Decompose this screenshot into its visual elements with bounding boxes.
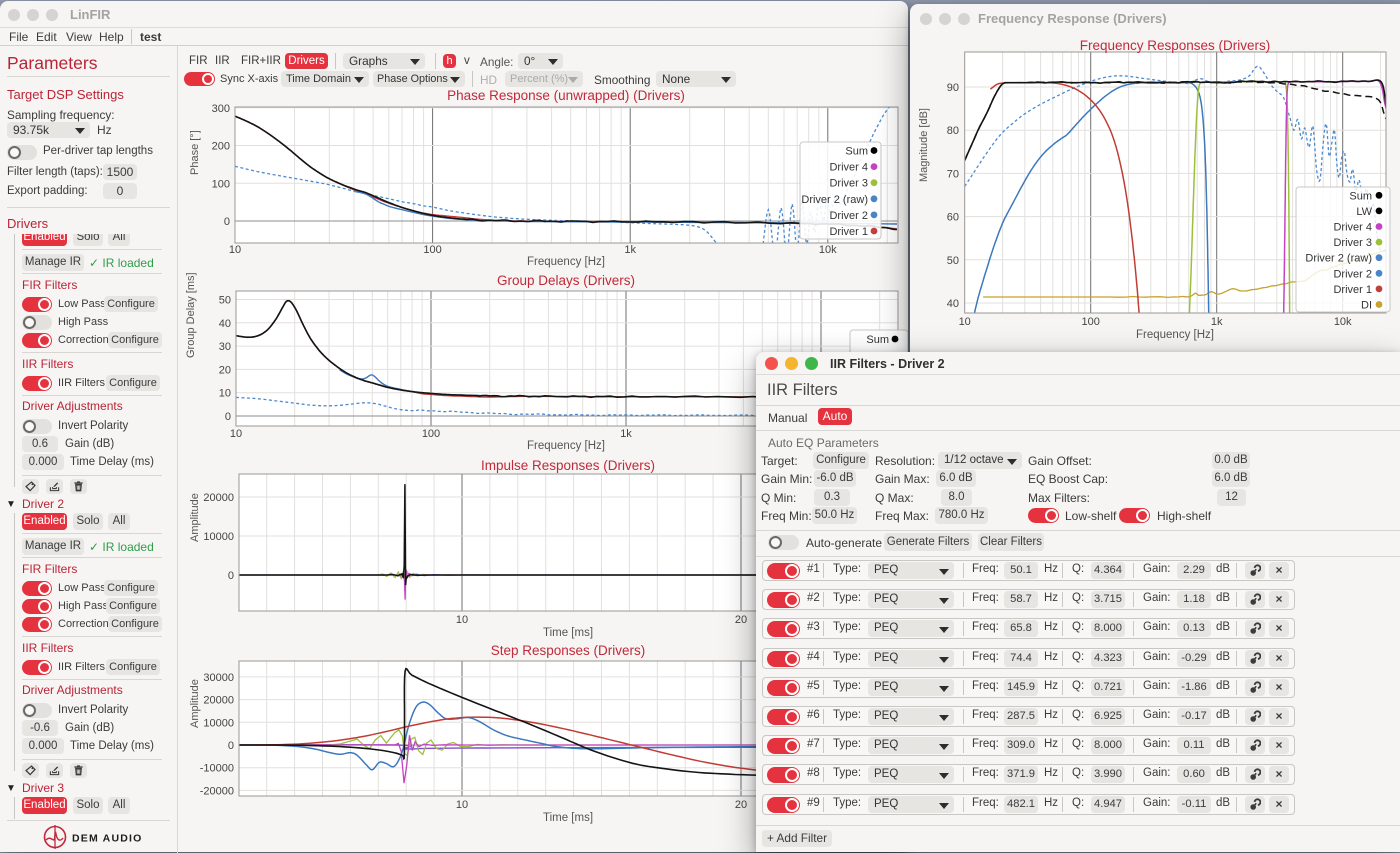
svg-text:Sum: Sum xyxy=(1349,190,1372,202)
svg-text:Driver 2 (raw): Driver 2 (raw) xyxy=(801,194,868,206)
svg-text:70: 70 xyxy=(947,168,959,180)
svg-text:1k: 1k xyxy=(624,244,636,256)
svg-text:Frequency [Hz]: Frequency [Hz] xyxy=(527,440,605,452)
svg-text:Time [ms]: Time [ms] xyxy=(543,627,593,639)
svg-text:1k: 1k xyxy=(620,428,632,440)
svg-text:10: 10 xyxy=(959,316,971,328)
svg-text:Driver 1: Driver 1 xyxy=(1333,284,1372,296)
svg-text:Driver 3: Driver 3 xyxy=(829,178,868,190)
svg-text:Frequency Responses (Drivers): Frequency Responses (Drivers) xyxy=(1080,38,1271,53)
svg-text:Driver 2: Driver 2 xyxy=(829,210,868,222)
svg-text:-20000: -20000 xyxy=(200,785,234,797)
svg-text:Driver 4: Driver 4 xyxy=(829,162,868,174)
svg-text:200: 200 xyxy=(212,141,230,153)
svg-text:10k: 10k xyxy=(1334,316,1352,328)
svg-text:Group Delay [ms]: Group Delay [ms] xyxy=(185,272,197,358)
svg-text:DI: DI xyxy=(1361,300,1372,312)
svg-text:Driver 2 (raw): Driver 2 (raw) xyxy=(1305,253,1372,265)
svg-text:0: 0 xyxy=(228,570,234,582)
svg-text:20: 20 xyxy=(735,614,747,626)
svg-text:Impulse Responses (Drivers): Impulse Responses (Drivers) xyxy=(481,458,655,473)
svg-text:Amplitude: Amplitude xyxy=(189,493,201,542)
svg-text:90: 90 xyxy=(947,82,959,94)
svg-text:100: 100 xyxy=(422,428,440,440)
svg-text:10: 10 xyxy=(230,428,242,440)
svg-text:50: 50 xyxy=(219,295,231,307)
svg-text:20000: 20000 xyxy=(203,492,234,504)
svg-text:20000: 20000 xyxy=(203,695,234,707)
svg-text:10: 10 xyxy=(219,388,231,400)
svg-text:Sum: Sum xyxy=(866,334,889,346)
svg-text:20: 20 xyxy=(735,799,747,811)
svg-text:1k: 1k xyxy=(1211,316,1223,328)
svg-text:10000: 10000 xyxy=(203,717,234,729)
svg-text:Magnitude [dB]: Magnitude [dB] xyxy=(918,108,930,182)
svg-text:Sum: Sum xyxy=(845,146,868,158)
svg-text:10k: 10k xyxy=(819,244,837,256)
svg-text:Driver 1: Driver 1 xyxy=(829,226,868,238)
svg-text:LW: LW xyxy=(1356,206,1372,218)
svg-text:100: 100 xyxy=(1082,316,1100,328)
svg-text:0: 0 xyxy=(224,216,230,228)
svg-text:Step Responses (Drivers): Step Responses (Drivers) xyxy=(491,643,646,658)
svg-text:Phase [°]: Phase [°] xyxy=(189,130,201,175)
svg-text:30: 30 xyxy=(219,341,231,353)
svg-text:10: 10 xyxy=(456,614,468,626)
svg-text:Driver 3: Driver 3 xyxy=(1333,237,1372,249)
svg-text:Driver 4: Driver 4 xyxy=(1333,222,1372,234)
svg-text:Time [ms]: Time [ms] xyxy=(543,812,593,824)
svg-text:10000: 10000 xyxy=(203,531,234,543)
svg-text:Phase Response (unwrapped) (Dr: Phase Response (unwrapped) (Drivers) xyxy=(447,88,685,103)
svg-text:100: 100 xyxy=(212,178,230,190)
svg-text:30000: 30000 xyxy=(203,672,234,684)
svg-text:0: 0 xyxy=(225,411,231,423)
svg-text:0: 0 xyxy=(228,740,234,752)
svg-text:60: 60 xyxy=(947,212,959,224)
svg-text:Amplitude: Amplitude xyxy=(189,679,201,728)
svg-text:100: 100 xyxy=(423,244,441,256)
svg-text:Driver 2: Driver 2 xyxy=(1333,268,1372,280)
svg-text:40: 40 xyxy=(219,318,231,330)
svg-text:DEM AUDIO: DEM AUDIO xyxy=(72,833,143,845)
svg-text:50: 50 xyxy=(947,255,959,267)
svg-text:Frequency [Hz]: Frequency [Hz] xyxy=(527,256,605,268)
svg-text:10: 10 xyxy=(456,799,468,811)
svg-text:40: 40 xyxy=(947,298,959,310)
svg-text:300: 300 xyxy=(212,103,230,115)
svg-text:Frequency [Hz]: Frequency [Hz] xyxy=(1136,329,1214,341)
svg-text:10: 10 xyxy=(229,244,241,256)
svg-text:80: 80 xyxy=(947,125,959,137)
svg-text:-10000: -10000 xyxy=(200,763,234,775)
svg-text:Group Delays (Drivers): Group Delays (Drivers) xyxy=(497,273,635,288)
svg-text:20: 20 xyxy=(219,364,231,376)
